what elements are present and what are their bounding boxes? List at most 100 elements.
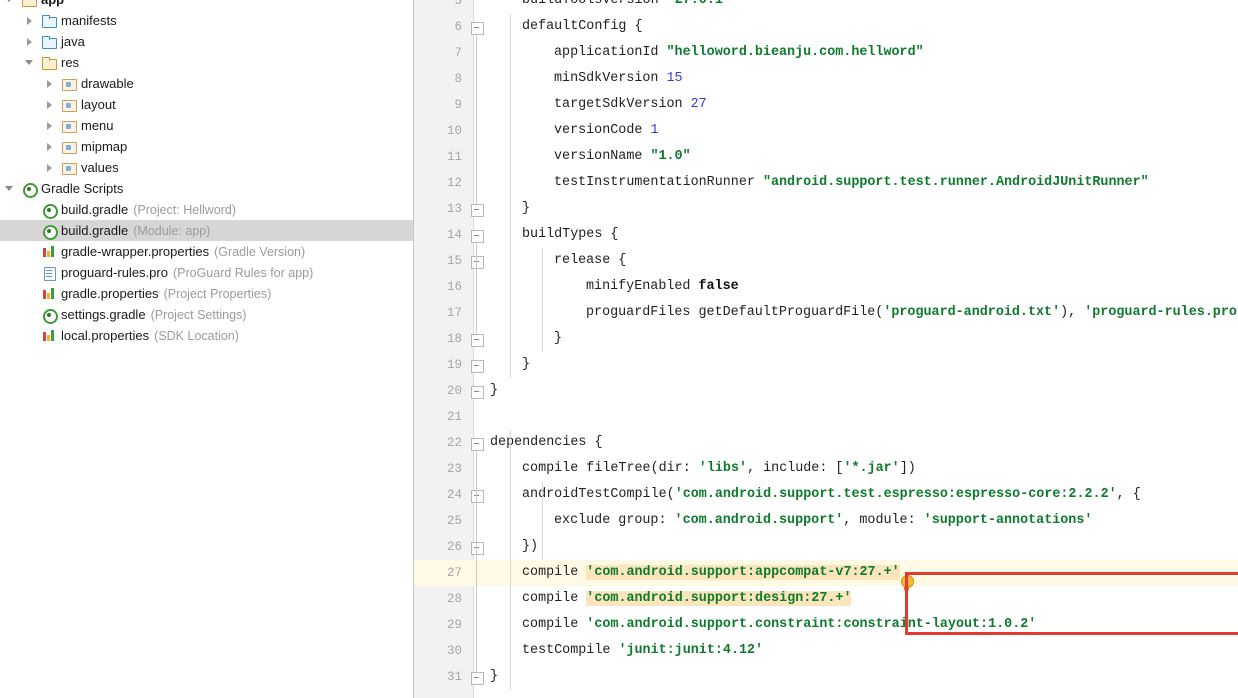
code-token: } <box>554 331 563 346</box>
intention-bulb-icon[interactable] <box>900 575 914 592</box>
code-editor[interactable]: 5 buildToolsVersion "27.0.1" 6 defaultConfi… <box>414 0 1238 698</box>
code-text-23: compile fileTree(dir: 'libs', include: [… <box>522 456 916 482</box>
tree-item-build-gradle[interactable]: build.gradle (Project: Hellword) <box>0 199 414 220</box>
chevron-right-icon[interactable] <box>44 78 55 89</box>
code-fold-toggle-6[interactable] <box>471 22 484 35</box>
code-token: compile <box>522 565 587 580</box>
code-fold-toggle-20[interactable] <box>471 386 484 399</box>
tree-item-label: layout <box>81 97 116 112</box>
tree-item-settings-gradle[interactable]: settings.gradle (Project Settings) <box>0 304 414 325</box>
code-token: } <box>522 201 531 216</box>
props-icon <box>41 328 57 344</box>
tree-item-subtitle: (Project: Hellword) <box>133 202 237 217</box>
tree-item-app[interactable]: app <box>0 0 414 10</box>
editor-line-8[interactable] <box>414 66 1238 92</box>
editor-line-9[interactable] <box>414 92 1238 118</box>
chevron-right-icon[interactable] <box>44 120 55 131</box>
tree-item-build-gradle[interactable]: build.gradle (Module: app) <box>0 220 414 241</box>
tree-item-res[interactable]: res <box>0 52 414 73</box>
line-number-27: 27 <box>446 566 462 580</box>
editor-line-20[interactable] <box>414 378 1238 404</box>
editor-line-31[interactable] <box>414 664 1238 690</box>
folder-sub-icon <box>61 76 77 92</box>
code-text-15: release { <box>554 248 626 274</box>
code-token: 27 <box>690 97 707 112</box>
code-token: dependencies { <box>490 435 603 450</box>
code-fold-toggle-19[interactable] <box>471 360 484 373</box>
tree-item-java[interactable]: java <box>0 31 414 52</box>
code-token: buildToolsVersion <box>522 0 667 8</box>
code-token: ]) <box>899 461 916 476</box>
code-fold-toggle-22[interactable] <box>471 438 484 451</box>
line-number-6: 6 <box>454 20 462 34</box>
indent-guide <box>510 222 511 378</box>
chevron-right-icon[interactable] <box>24 15 35 26</box>
project-tree-panel[interactable]: app manifests java res drawable layout menu mip… <box>0 0 414 698</box>
indent-guide <box>510 14 511 222</box>
tree-item-label: values <box>81 160 119 175</box>
code-token: minSdkVersion <box>554 71 667 86</box>
tree-item-mipmap[interactable]: mipmap <box>0 136 414 157</box>
line-number-25: 25 <box>446 514 462 528</box>
tree-item-label: res <box>61 55 80 70</box>
chevron-right-icon[interactable] <box>44 99 55 110</box>
editor-line-16[interactable] <box>414 274 1238 300</box>
tree-item-label: java <box>61 34 85 49</box>
tree-item-gradle-wrapper-properties[interactable]: gradle-wrapper.properties (Gradle Version… <box>0 241 414 262</box>
editor-line-15[interactable] <box>414 248 1238 274</box>
line-number-7: 7 <box>454 46 462 60</box>
code-fold-toggle-13[interactable] <box>471 204 484 217</box>
folder-module-icon <box>21 0 37 8</box>
folder-sub-icon <box>61 160 77 176</box>
bulb-base <box>904 586 909 591</box>
chevron-right-icon[interactable] <box>44 162 55 173</box>
code-token: versionName <box>554 149 651 164</box>
editor-line-21[interactable] <box>414 404 1238 430</box>
chevron-down-icon[interactable] <box>24 57 35 68</box>
line-number-21: 21 <box>446 410 462 424</box>
folder-blue-icon <box>41 34 57 50</box>
code-fold-toggle-14[interactable] <box>471 230 484 243</box>
code-fold-toggle-31[interactable] <box>471 672 484 685</box>
code-token: 'com.android.support' <box>674 513 844 528</box>
chevron-right-icon[interactable] <box>44 141 55 152</box>
code-fold-toggle-24[interactable] <box>471 490 484 503</box>
props-bar <box>51 287 54 299</box>
tree-item-local-properties[interactable]: local.properties (SDK Location) <box>0 325 414 346</box>
editor-line-10[interactable] <box>414 118 1238 144</box>
tree-item-manifests[interactable]: manifests <box>0 10 414 31</box>
code-token: compile fileTree(dir: <box>522 461 699 476</box>
code-token: versionCode <box>554 123 651 138</box>
indent-guide <box>510 430 511 690</box>
tree-item-layout[interactable]: layout <box>0 94 414 115</box>
code-text-9: targetSdkVersion 27 <box>554 92 707 118</box>
chevron-right-icon[interactable] <box>24 36 35 47</box>
line-number-28: 28 <box>446 592 462 606</box>
code-fold-toggle-18[interactable] <box>471 334 484 347</box>
editor-line-19[interactable] <box>414 352 1238 378</box>
code-token: targetSdkVersion <box>554 97 691 112</box>
editor-line-18[interactable] <box>414 326 1238 352</box>
panel-divider[interactable] <box>413 0 414 698</box>
code-fold-toggle-26[interactable] <box>471 542 484 555</box>
tree-item-proguard-rules-pro[interactable]: proguard-rules.pro (ProGuard Rules for ap… <box>0 262 414 283</box>
editor-line-13[interactable] <box>414 196 1238 222</box>
code-fold-toggle-15[interactable] <box>471 256 484 269</box>
tree-item-drawable[interactable]: drawable <box>0 73 414 94</box>
tree-item-gradle-properties[interactable]: gradle.properties (Project Properties) <box>0 283 414 304</box>
chevron-down-icon[interactable] <box>4 0 15 5</box>
code-token: applicationId <box>554 45 667 60</box>
tree-item-menu[interactable]: menu <box>0 115 414 136</box>
code-text-18: } <box>554 326 562 352</box>
editor-line-11[interactable] <box>414 144 1238 170</box>
code-token: 'com.android.support.test.espresso:espre… <box>674 487 1117 502</box>
line-number-8: 8 <box>454 72 462 86</box>
props-bar <box>43 289 46 299</box>
tree-item-values[interactable]: values <box>0 157 414 178</box>
line-number-18: 18 <box>446 332 462 346</box>
tree-item-gradle-scripts[interactable]: Gradle Scripts <box>0 178 414 199</box>
chevron-down-icon[interactable] <box>4 183 15 194</box>
